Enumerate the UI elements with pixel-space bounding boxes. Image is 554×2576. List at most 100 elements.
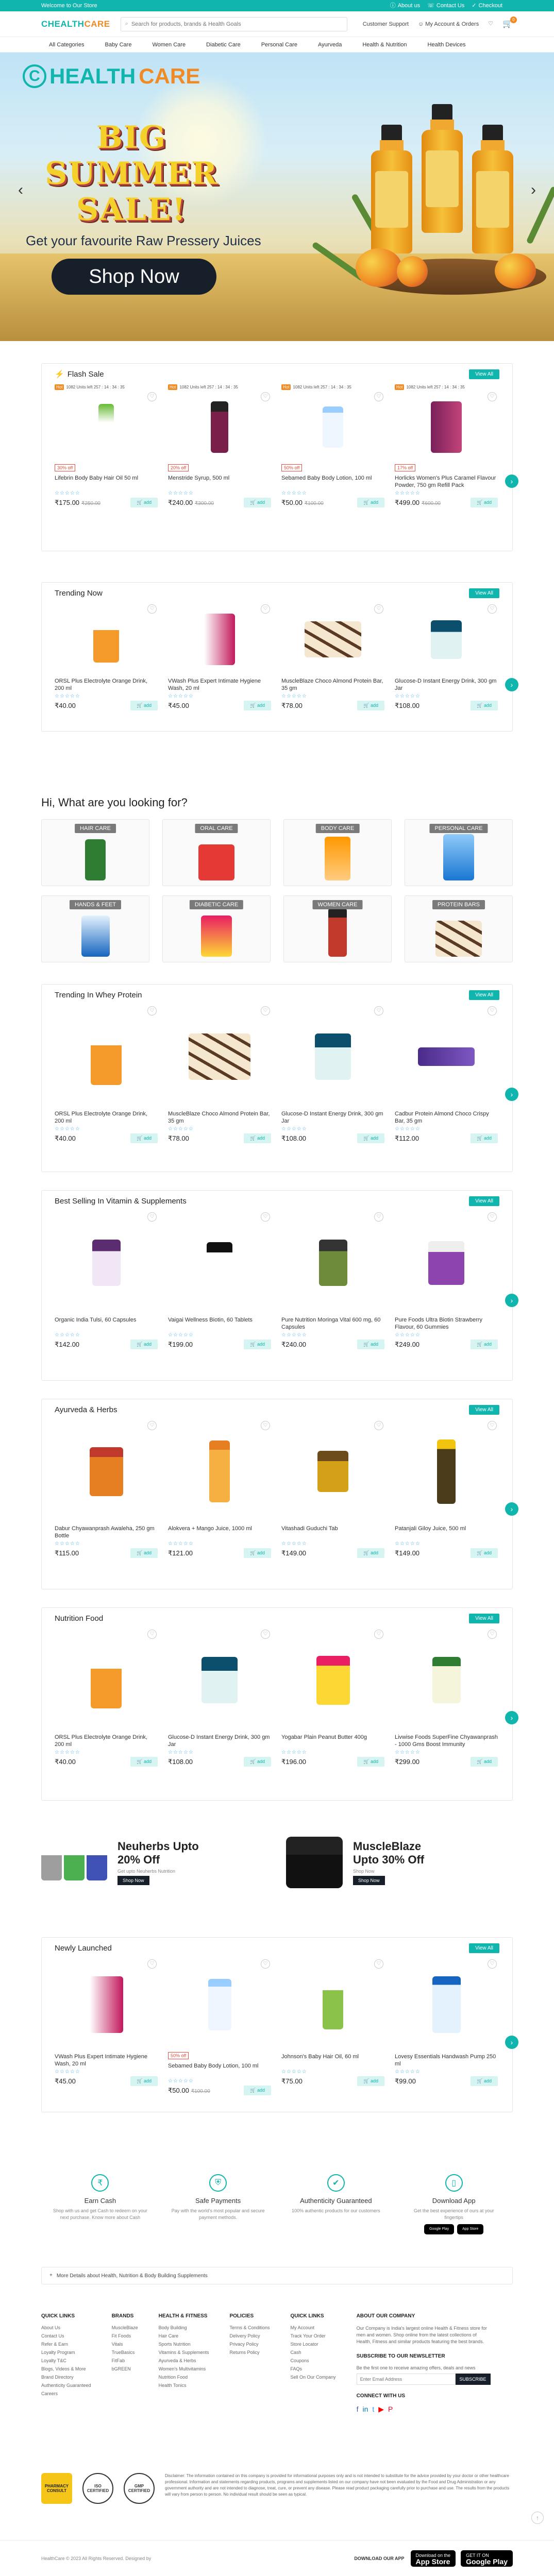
product-name[interactable]: Alokvera + Mango Juice, 1000 ml — [168, 1525, 271, 1539]
footer-link[interactable]: Delivery Policy — [229, 2333, 270, 2338]
heart-icon[interactable]: ♡ — [147, 1421, 157, 1430]
add-to-cart-button[interactable]: 🛒 add — [244, 701, 271, 710]
product-name[interactable]: Glucose-D Instant Energy Drink, 300 gm J… — [395, 677, 498, 692]
product-card[interactable]: ♡ 50% off Sebamed Baby Body Lotion, 100 … — [168, 1958, 271, 2095]
carousel-next-arrow[interactable]: › — [505, 1711, 518, 1724]
product-name[interactable]: Lovesy Essentials Handwash Pump 250 ml — [395, 2053, 498, 2067]
footer-link[interactable]: About Us — [41, 2325, 91, 2330]
product-card[interactable]: ♡ Vitashadi Guduchi Tab ☆☆☆☆☆ ₹149.00 🛒 a… — [281, 1420, 384, 1558]
product-card[interactable]: ♡ Organic India Tulsi, 60 Capsules ☆☆☆☆☆… — [55, 1211, 158, 1349]
product-name[interactable]: Sebamed Baby Body Lotion, 100 ml — [168, 2062, 271, 2077]
shop-now-button[interactable]: Shop Now — [52, 259, 216, 295]
heart-icon[interactable]: ♡ — [147, 1630, 157, 1639]
footer-link[interactable]: Loyalty Program — [41, 2350, 91, 2355]
cart-button[interactable]: 🛒 0 — [502, 16, 517, 29]
add-to-cart-button[interactable]: 🛒 add — [130, 498, 158, 507]
product-name[interactable]: Pure Nutrition Moringa Vital 600 mg, 60 … — [281, 1316, 384, 1331]
category-hands-feet[interactable]: HANDS & FEET — [41, 895, 149, 962]
product-card[interactable]: ♡ Pure Nutrition Moringa Vital 600 mg, 6… — [281, 1211, 384, 1349]
product-card[interactable]: ♡ VWash Plus Expert Intimate Hygiene Was… — [55, 1958, 158, 2095]
footer-link[interactable]: Privacy Policy — [229, 2342, 270, 2347]
footer-link[interactable]: Authenticity Guaranteed — [41, 2383, 91, 2388]
footer-link[interactable]: Returns Policy — [229, 2350, 270, 2355]
heart-icon[interactable]: ♡ — [374, 1212, 383, 1222]
add-to-cart-button[interactable]: 🛒 add — [130, 1757, 158, 1767]
view-all-button[interactable]: View All — [469, 1613, 499, 1623]
add-to-cart-button[interactable]: 🛒 add — [244, 1548, 271, 1558]
footer-link[interactable]: Coupons — [291, 2358, 336, 2363]
heart-icon[interactable]: ♡ — [374, 1006, 383, 1015]
add-to-cart-button[interactable]: 🛒 add — [471, 1340, 498, 1349]
category-oral-care[interactable]: ORAL CARE — [162, 819, 271, 886]
account-menu[interactable]: ☺ My Account & Orders — [418, 21, 479, 27]
add-to-cart-button[interactable]: 🛒 add — [244, 498, 271, 507]
footer-link[interactable]: Body Building — [159, 2325, 209, 2330]
product-name[interactable]: Vitashadi Guduchi Tab — [281, 1525, 384, 1539]
heart-icon[interactable]: ♡ — [147, 1006, 157, 1015]
product-name[interactable]: Dabur Chyawanprash Awaleha, 250 gm Bottl… — [55, 1525, 158, 1539]
view-all-button[interactable]: View All — [469, 369, 499, 379]
product-card[interactable]: ♡ Cadbur Protein Almond Choco Crispy Bar… — [395, 1005, 498, 1143]
footer-link[interactable]: Contact Us — [41, 2333, 91, 2338]
footer-link[interactable]: Ayurveda & Herbs — [159, 2358, 209, 2363]
carousel-next-arrow[interactable]: › — [505, 2036, 518, 2049]
promo-banner-neuherbs[interactable]: Neuherbs Upto 20% Off Get upto Neuherbs N… — [41, 1824, 268, 1901]
add-to-cart-button[interactable]: 🛒 add — [130, 1133, 158, 1143]
product-name[interactable]: MuscleBlaze Choco Almond Protein Bar, 35… — [281, 677, 384, 692]
add-to-cart-button[interactable]: 🛒 add — [471, 1133, 498, 1143]
carousel-next-arrow[interactable]: › — [505, 1088, 518, 1101]
footer-link[interactable]: Track Your Order — [291, 2333, 336, 2338]
heart-icon[interactable]: ♡ — [147, 392, 157, 401]
heart-icon[interactable]: ♡ — [147, 1212, 157, 1222]
subscribe-button[interactable]: SUBSCRIBE — [455, 2374, 491, 2385]
about-link[interactable]: ⓘ About us — [390, 3, 420, 9]
google-play-button[interactable]: GET IT ON Google Play — [461, 2550, 513, 2567]
facebook-icon[interactable]: f — [357, 2405, 359, 2414]
add-to-cart-button[interactable]: 🛒 add — [130, 701, 158, 710]
add-to-cart-button[interactable]: 🛒 add — [244, 1757, 271, 1767]
product-name[interactable]: Cadbur Protein Almond Choco Crispy Bar, … — [395, 1110, 498, 1125]
nav-ayurveda[interactable]: Ayurveda — [318, 42, 342, 48]
view-all-button[interactable]: View All — [469, 990, 499, 1000]
heart-icon[interactable]: ♡ — [261, 604, 270, 614]
footer-link[interactable]: Loyalty T&C — [41, 2358, 91, 2363]
footer-link[interactable]: Fit Foods — [112, 2333, 138, 2338]
footer-link[interactable]: Brand Directory — [41, 2375, 91, 2380]
app-store-badge[interactable]: App Store — [457, 2224, 484, 2234]
heart-icon[interactable]: ♡ — [261, 1959, 270, 1969]
heart-icon[interactable]: ♡ — [261, 1006, 270, 1015]
heart-icon[interactable]: ♡ — [488, 1630, 497, 1639]
add-to-cart-button[interactable]: 🛒 add — [130, 1340, 158, 1349]
add-to-cart-button[interactable]: 🛒 add — [357, 498, 384, 507]
add-to-cart-button[interactable]: 🛒 add — [244, 2086, 271, 2095]
twitter-icon[interactable]: t — [372, 2405, 374, 2414]
view-all-button[interactable]: View All — [469, 588, 499, 598]
heart-icon[interactable]: ♡ — [488, 1421, 497, 1430]
nav-baby-care[interactable]: Baby Care — [105, 42, 131, 48]
product-name[interactable]: Glucose-D Instant Energy Drink, 300 gm J… — [168, 1734, 271, 1748]
footer-link[interactable]: Vitals — [112, 2342, 138, 2347]
nav-personal-care[interactable]: Personal Care — [261, 42, 297, 48]
app-store-button[interactable]: Download on the App Store — [410, 2550, 456, 2567]
footer-link[interactable]: Careers — [41, 2391, 91, 2396]
heart-icon[interactable]: ♡ — [488, 1212, 497, 1222]
footer-link[interactable]: MuscleBlaze — [112, 2325, 138, 2330]
category-women-care[interactable]: WOMEN CARE — [283, 895, 392, 962]
view-all-button[interactable]: View All — [469, 1943, 499, 1953]
customer-support[interactable]: Customer Support — [363, 21, 409, 27]
promo-shop-button[interactable]: Shop Now — [353, 1876, 385, 1885]
product-name[interactable]: Lifebrin Body Baby Hair Oil 50 ml — [55, 474, 158, 489]
heart-icon[interactable]: ♡ — [488, 392, 497, 401]
product-card[interactable]: ♡ Livwise Foods SuperFine Chyawanprash -… — [395, 1629, 498, 1767]
add-to-cart-button[interactable]: 🛒 add — [357, 1133, 384, 1143]
heart-icon[interactable]: ♡ — [374, 1959, 383, 1969]
footer-link[interactable]: Sell On Our Company — [291, 2375, 336, 2380]
scroll-top-button[interactable]: ↑ — [531, 2512, 544, 2524]
add-to-cart-button[interactable]: 🛒 add — [357, 2076, 384, 2086]
product-card[interactable]: ♡ VWash Plus Expert Intimate Hygiene Was… — [168, 603, 271, 710]
google-play-badge[interactable]: Google Play — [424, 2224, 455, 2234]
checkout-link[interactable]: ✓ Checkout — [472, 3, 502, 9]
product-name[interactable]: Patanjali Giloy Juice, 500 ml — [395, 1525, 498, 1539]
product-name[interactable]: Vaigai Wellness Biotin, 60 Tablets — [168, 1316, 271, 1331]
pinterest-icon[interactable]: P — [388, 2405, 393, 2414]
